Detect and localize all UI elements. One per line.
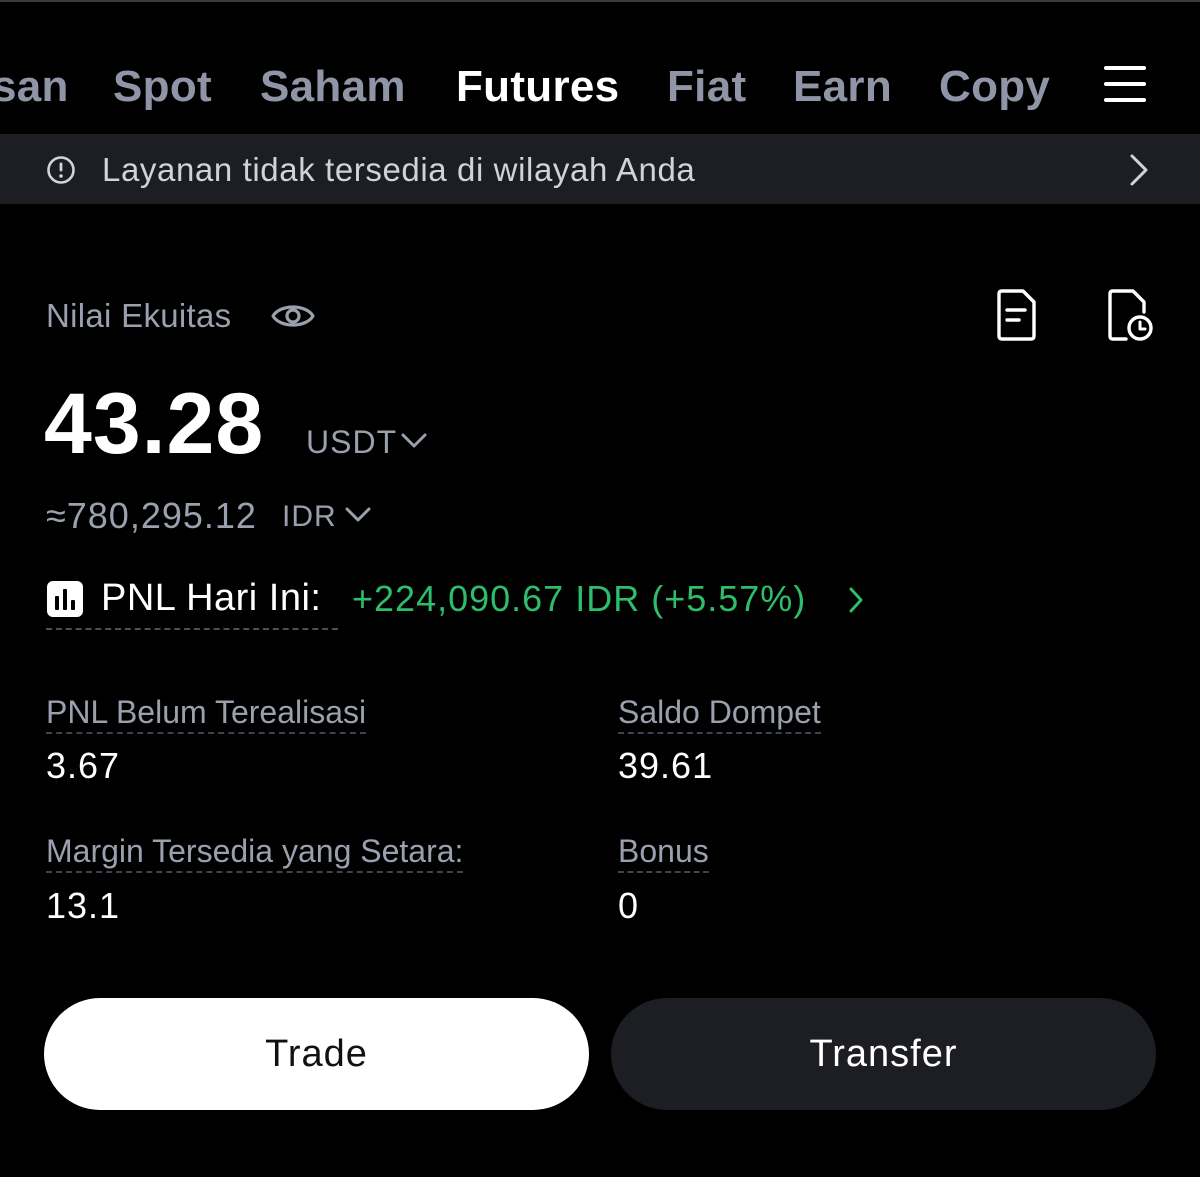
unrealized-pnl-value: 3.67: [46, 745, 121, 786]
tab-spot[interactable]: Spot: [113, 60, 212, 114]
wallet-balance-label[interactable]: Saldo Dompet: [618, 692, 821, 734]
bar-chart-icon: [46, 580, 84, 618]
eye-icon[interactable]: [270, 294, 316, 338]
equity-label: Nilai Ekuitas: [46, 297, 232, 334]
pnl-today-label[interactable]: PNL Hari Ini:: [101, 574, 322, 622]
document-icon[interactable]: [994, 288, 1038, 342]
equity-unit-selector[interactable]: USDT: [306, 422, 397, 462]
futures-account-screen: san Spot Saham Futures Fiat Earn Copy La…: [0, 0, 1200, 1177]
info-circle-icon: [46, 155, 76, 185]
bonus-value: 0: [618, 885, 640, 926]
tab-futures[interactable]: Futures: [456, 60, 619, 114]
pnl-label-underline: [46, 628, 338, 630]
unrealized-pnl-label[interactable]: PNL Belum Terealisasi: [46, 692, 367, 734]
tab-saham[interactable]: Saham: [260, 60, 406, 114]
tab-earn[interactable]: Earn: [793, 60, 892, 114]
banner-text: Layanan tidak tersedia di wilayah Anda: [102, 151, 696, 188]
chevron-down-icon[interactable]: [344, 504, 372, 526]
equity-value: 43.28: [44, 376, 265, 472]
equity-approx-value: ≈780,295.12: [46, 495, 257, 536]
pnl-today-value[interactable]: +224,090.67 IDR (+5.57%): [352, 576, 806, 622]
hamburger-menu-icon[interactable]: [1100, 62, 1154, 106]
tab-fiat[interactable]: Fiat: [667, 60, 746, 114]
available-margin-label[interactable]: Margin Tersedia yang Setara:: [46, 831, 464, 873]
chevron-right-icon[interactable]: [846, 584, 866, 616]
top-nav: san Spot Saham Futures Fiat Earn Copy: [0, 0, 1200, 134]
wallet-balance-value: 39.61: [618, 745, 714, 786]
bonus-label[interactable]: Bonus: [618, 831, 709, 873]
trade-button[interactable]: Trade: [44, 998, 589, 1110]
chevron-down-icon[interactable]: [400, 430, 428, 452]
tab-partial[interactable]: san: [0, 60, 69, 114]
approx-currency-selector[interactable]: IDR: [282, 498, 337, 536]
tab-copy[interactable]: Copy: [939, 60, 1050, 114]
available-margin-value: 13.1: [46, 885, 121, 926]
chevron-right-icon[interactable]: [1126, 152, 1152, 188]
history-icon[interactable]: [1104, 288, 1154, 342]
transfer-button[interactable]: Transfer: [611, 998, 1156, 1110]
